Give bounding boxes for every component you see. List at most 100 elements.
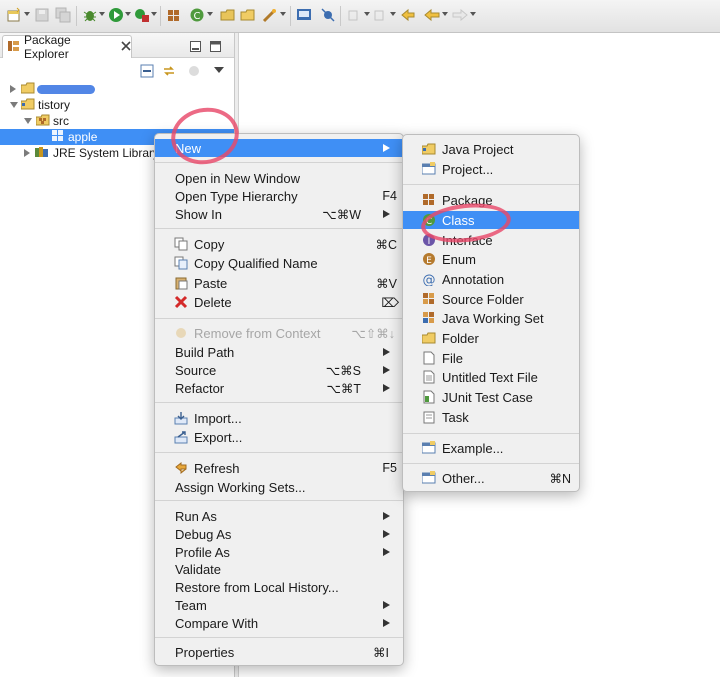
- menu-label: Delete: [194, 294, 232, 310]
- submenu-item-interface[interactable]: I Interface: [403, 231, 579, 249]
- menu-label: Properties: [175, 644, 235, 660]
- submenu-item-other[interactable]: Other... ⌘N: [403, 469, 579, 487]
- save-icon[interactable]: [34, 7, 50, 23]
- menu-item-profile-as[interactable]: Profile As: [155, 543, 403, 561]
- menu-shortcut: ⌥⌘S: [325, 363, 361, 378]
- menu-shortcut: ⌥⌘W: [322, 207, 361, 222]
- menu-item-properties[interactable]: Properties ⌘I: [155, 643, 403, 661]
- submenu-item-untitled-text-file[interactable]: Untitled Text File: [403, 368, 579, 386]
- forward-icon[interactable]: [452, 7, 468, 23]
- source-folder-icon: [422, 292, 436, 306]
- working-set-icon: [422, 311, 436, 325]
- svg-text:C: C: [194, 11, 201, 22]
- save-all-icon[interactable]: [55, 7, 71, 23]
- maximize-icon[interactable]: [210, 40, 221, 55]
- link-with-editor-icon[interactable]: [162, 64, 176, 81]
- menu-item-paste[interactable]: Paste ⌘V: [155, 274, 403, 292]
- submenu-item-package[interactable]: Package: [403, 191, 579, 209]
- tree-row-src[interactable]: src: [24, 113, 69, 129]
- submenu-item-example[interactable]: Example...: [403, 439, 579, 457]
- menu-item-assign-working-sets[interactable]: Assign Working Sets...: [155, 478, 403, 496]
- menu-item-export[interactable]: Export...: [155, 428, 403, 446]
- copy-icon: [174, 237, 188, 251]
- external-tools-icon[interactable]: [134, 7, 150, 23]
- menu-item-run-as[interactable]: Run As: [155, 507, 403, 525]
- tree-label: JRE System Library [: [53, 146, 166, 160]
- back-icon[interactable]: [424, 7, 440, 23]
- expand-icon[interactable]: [10, 85, 16, 93]
- focus-task-icon[interactable]: [187, 64, 201, 81]
- menu-item-copy-qualified-name[interactable]: Copy Qualified Name: [155, 254, 403, 272]
- new-wizard-icon[interactable]: [6, 7, 22, 23]
- new-class-toolbar-icon[interactable]: C: [189, 7, 205, 23]
- svg-text:C: C: [426, 217, 432, 227]
- submenu-arrow-icon: [383, 619, 390, 627]
- project-icon: [20, 82, 35, 97]
- menu-item-show-in[interactable]: Show In ⌥⌘W: [155, 205, 403, 223]
- tree-row-project[interactable]: tistory: [10, 97, 70, 113]
- minimize-icon[interactable]: [190, 40, 201, 55]
- open-type-icon[interactable]: [220, 7, 236, 23]
- debug-icon[interactable]: [82, 7, 98, 23]
- collapse-icon[interactable]: [10, 102, 18, 108]
- menu-shortcut: ⌘C: [375, 237, 397, 252]
- tree-row-hidden-project[interactable]: [10, 81, 95, 97]
- submenu-item-enum[interactable]: E Enum: [403, 250, 579, 268]
- svg-text:E: E: [426, 256, 432, 266]
- submenu-item-folder[interactable]: Folder: [403, 329, 579, 347]
- close-icon[interactable]: [121, 40, 131, 54]
- submenu-item-annotation[interactable]: @ Annotation: [403, 270, 579, 288]
- menu-label: Task: [442, 409, 469, 425]
- console-icon[interactable]: [296, 7, 312, 23]
- enum-icon: E: [422, 252, 436, 266]
- search-icon[interactable]: [262, 7, 278, 23]
- menu-item-delete[interactable]: Delete ⌦: [155, 293, 403, 311]
- expand-icon[interactable]: [24, 149, 30, 157]
- new-package-toolbar-icon[interactable]: [166, 7, 182, 23]
- open-folder-icon[interactable]: [240, 7, 256, 23]
- prev-annotation-icon[interactable]: [372, 7, 388, 23]
- submenu-item-class[interactable]: C Class: [403, 211, 579, 229]
- menu-item-debug-as[interactable]: Debug As: [155, 525, 403, 543]
- menu-item-source[interactable]: Source ⌥⌘S: [155, 361, 403, 379]
- next-annotation-icon[interactable]: [346, 7, 362, 23]
- menu-item-open-type-hierarchy[interactable]: Open Type Hierarchy F4: [155, 187, 403, 205]
- menu-label: Open Type Hierarchy: [175, 188, 298, 204]
- class-icon: C: [422, 213, 436, 227]
- menu-item-validate[interactable]: Validate: [155, 560, 403, 578]
- menu-item-remove-from-context[interactable]: Remove from Context ⌥⇧⌘↓: [155, 324, 403, 342]
- package-explorer-tab[interactable]: Package Explorer: [2, 33, 132, 61]
- submenu-item-project[interactable]: Project...: [403, 160, 579, 178]
- run-icon[interactable]: [108, 7, 124, 23]
- svg-text:I: I: [428, 237, 431, 247]
- submenu-item-java-project[interactable]: Java Project: [403, 140, 579, 158]
- submenu-arrow-icon: [383, 210, 390, 218]
- menu-item-restore-local-history[interactable]: Restore from Local History...: [155, 578, 403, 596]
- menu-item-refactor[interactable]: Refactor ⌥⌘T: [155, 379, 403, 397]
- menu-label: File: [442, 350, 463, 366]
- menu-label: Profile As: [175, 544, 230, 560]
- menu-item-refresh[interactable]: Refresh F5: [155, 459, 403, 477]
- menu-item-compare-with[interactable]: Compare With: [155, 614, 403, 632]
- text-file-icon: [422, 370, 436, 384]
- menu-item-copy[interactable]: Copy ⌘C: [155, 235, 403, 253]
- import-icon: [174, 411, 188, 425]
- menu-label: Export...: [194, 429, 243, 445]
- view-menu-icon[interactable]: [214, 67, 224, 73]
- menu-item-team[interactable]: Team: [155, 596, 403, 614]
- submenu-item-junit-test-case[interactable]: JUnit Test Case: [403, 388, 579, 406]
- collapse-icon[interactable]: [24, 118, 32, 124]
- menu-label: Team: [175, 597, 207, 613]
- menu-item-build-path[interactable]: Build Path: [155, 343, 403, 361]
- menu-item-new[interactable]: New: [155, 139, 403, 157]
- menu-item-open-in-new-window[interactable]: Open in New Window: [155, 169, 403, 187]
- submenu-item-task[interactable]: Task: [403, 408, 579, 426]
- collapse-all-icon[interactable]: [140, 64, 154, 81]
- submenu-item-java-working-set[interactable]: Java Working Set: [403, 309, 579, 327]
- last-edit-icon[interactable]: [400, 7, 416, 23]
- submenu-item-source-folder[interactable]: Source Folder: [403, 290, 579, 308]
- tree-row-jre[interactable]: JRE System Library [: [24, 145, 166, 161]
- skip-breakpoints-icon[interactable]: [320, 7, 336, 23]
- menu-item-import[interactable]: Import...: [155, 409, 403, 427]
- submenu-item-file[interactable]: File: [403, 349, 579, 367]
